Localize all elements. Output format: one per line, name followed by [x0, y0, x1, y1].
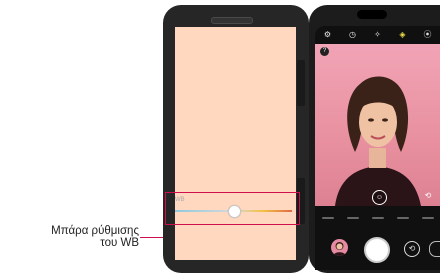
camera-mode-row — [315, 213, 440, 223]
camera-top-toolbar: ⚙ ◷ ✧ ◈ ⦿ — [315, 29, 440, 41]
mode-tab[interactable] — [371, 217, 384, 219]
effects-icon[interactable]: ✧ — [373, 30, 383, 40]
mode-tab[interactable] — [346, 217, 359, 219]
mode-tab[interactable] — [396, 217, 409, 219]
hinge-clip-upper — [297, 60, 305, 106]
gallery-thumbnail[interactable] — [331, 239, 348, 256]
shutter-button[interactable] — [364, 237, 390, 263]
mode-tab[interactable] — [321, 217, 334, 219]
wb-slider-knob[interactable] — [227, 205, 241, 218]
thumbnail-image — [333, 242, 346, 256]
earpiece-notch — [357, 10, 387, 19]
settings-icon[interactable]: ⚙ — [323, 30, 333, 40]
wide-angle-icon[interactable]: ◈ — [398, 30, 408, 40]
timer-icon[interactable]: ◷ — [348, 30, 358, 40]
wb-label: WB — [175, 197, 185, 203]
case-speaker-slot — [211, 17, 253, 24]
rotate-icon[interactable]: ⟲ — [422, 190, 434, 202]
second-screen — [175, 27, 296, 260]
callout-line-1: Μπάρα ρύθμισης — [51, 225, 139, 237]
mode-switch-edge-icon[interactable] — [429, 241, 440, 257]
camera-viewfinder[interactable] — [315, 44, 440, 206]
wb-bar-callout-label: Μπάρα ρύθμισης του WB — [0, 225, 139, 249]
switch-camera-icon[interactable]: ⟲ — [404, 241, 420, 257]
mode-tab[interactable] — [421, 217, 434, 219]
selfie-subject-image — [335, 76, 421, 206]
face-detection-icon[interactable]: ☺ — [372, 190, 387, 205]
mode-info-icon[interactable]: ? — [320, 47, 329, 56]
callout-line-2: του WB — [100, 237, 139, 249]
mode-icon[interactable]: ⦿ — [423, 30, 433, 40]
callout-connector — [140, 237, 165, 238]
